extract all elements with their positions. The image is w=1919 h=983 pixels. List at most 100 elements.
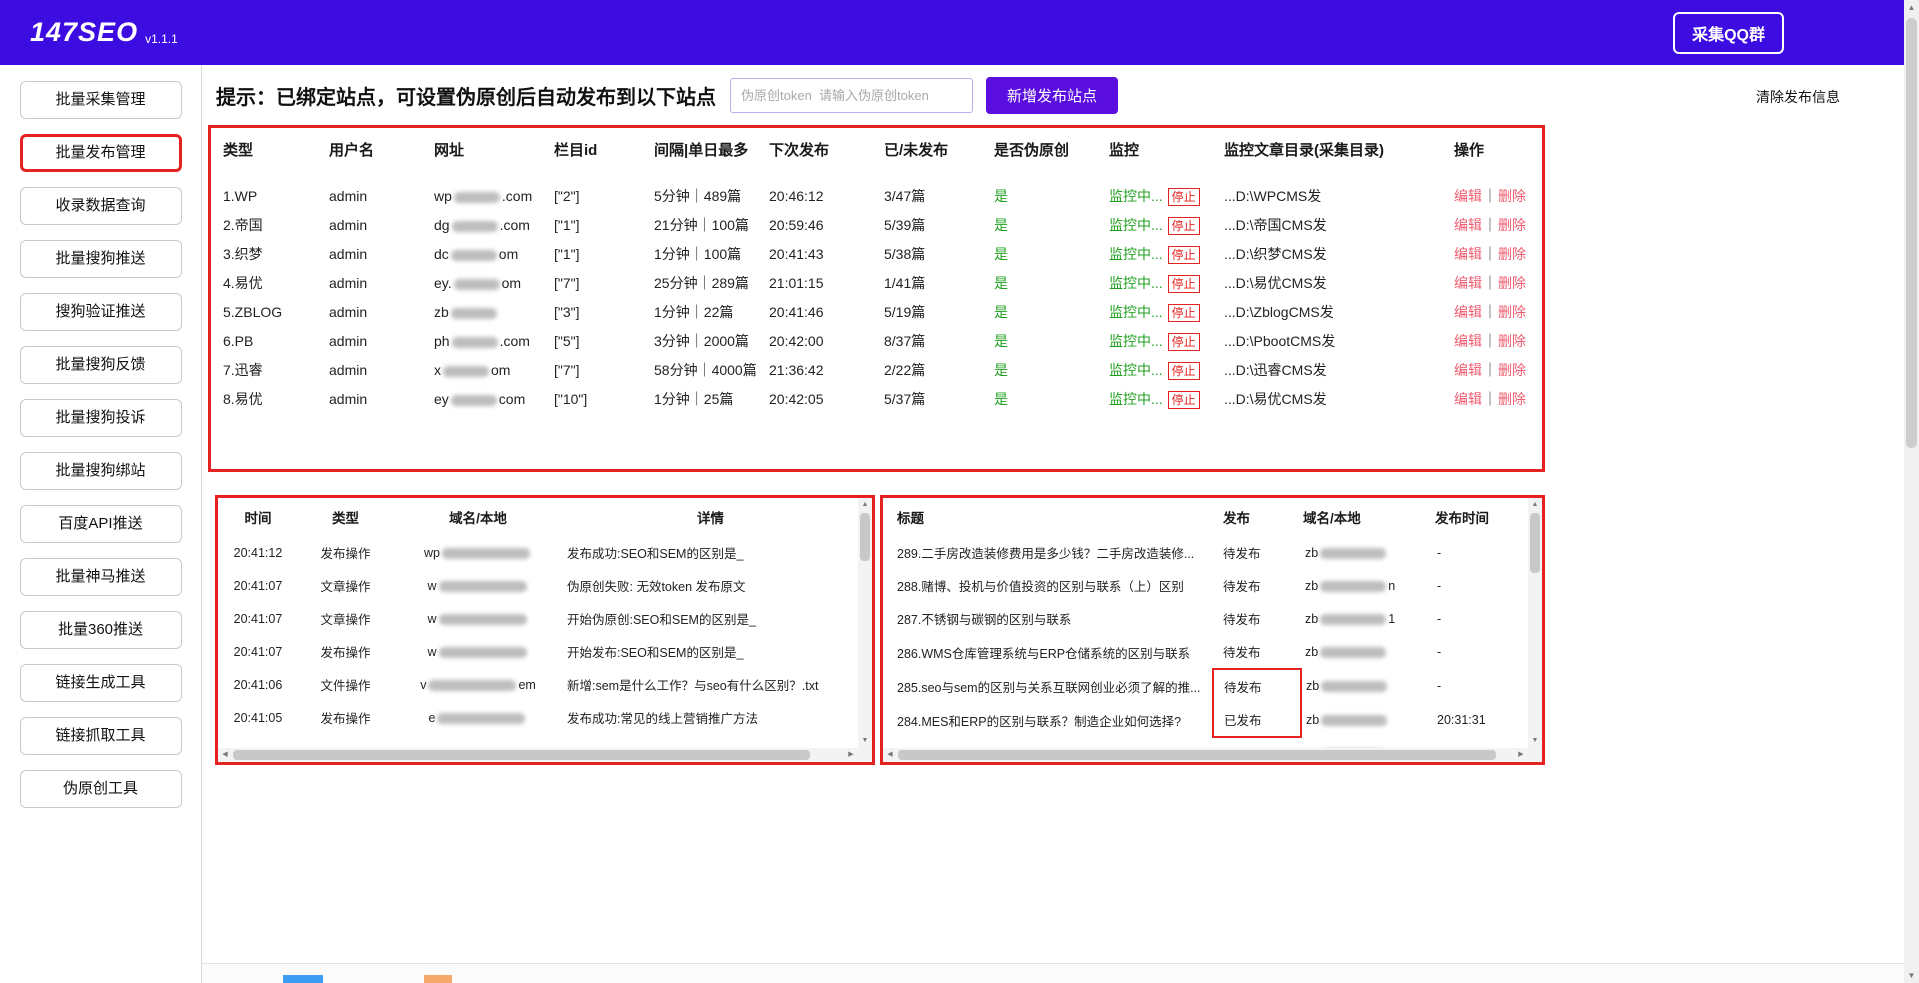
sidebar-item-12[interactable]: 链接生成工具 <box>20 664 182 702</box>
delete-link[interactable]: 删除 <box>1498 391 1526 407</box>
stop-button[interactable]: 停止 <box>1168 217 1200 235</box>
scroll-right-arrow[interactable]: ▶ <box>844 748 858 762</box>
top-header: 147SEO v1.1.1 采集QQ群 <box>0 0 1919 65</box>
token-input[interactable] <box>730 78 973 113</box>
site-pseudo-original: 是 <box>992 385 1107 414</box>
scroll-right-arrow[interactable]: ▶ <box>1514 748 1528 762</box>
articles-vertical-scrollbar[interactable]: ▲ ▼ <box>1528 498 1542 748</box>
scroll-left-arrow[interactable]: ◀ <box>883 748 897 762</box>
sidebar-item-7[interactable]: 批量搜狗投诉 <box>20 399 182 437</box>
article-publish-status: 待发布 <box>1213 669 1301 703</box>
log-row: 20:41:07发布操作w开始发布:SEO和SEM的区别是_ <box>218 635 858 668</box>
stop-button[interactable]: 停止 <box>1168 362 1200 380</box>
delete-link[interactable]: 删除 <box>1498 246 1526 262</box>
article-row: 287.不锈钢与碳钢的区别与联系待发布zb1- <box>883 602 1528 635</box>
edit-link[interactable]: 编辑 <box>1454 362 1482 378</box>
scroll-up-arrow[interactable]: ▲ <box>1528 498 1542 512</box>
site-user: admin <box>327 327 432 356</box>
sidebar-item-14[interactable]: 伪原创工具 <box>20 770 182 808</box>
site-pseudo-original: 是 <box>992 298 1107 327</box>
log-time: 20:41:07 <box>218 635 298 668</box>
scroll-left-arrow[interactable]: ◀ <box>218 748 232 762</box>
site-next-publish: 20:41:46 <box>767 298 882 327</box>
site-type: 7.迅睿 <box>221 356 327 385</box>
site-published-count: 1/41篇 <box>882 269 992 298</box>
scrollbar-thumb[interactable] <box>1906 18 1917 448</box>
qq-group-button[interactable]: 采集QQ群 <box>1673 12 1784 54</box>
stop-button[interactable]: 停止 <box>1168 246 1200 264</box>
site-column-id: ["1"] <box>552 211 652 240</box>
delete-link[interactable]: 删除 <box>1498 362 1526 378</box>
sidebar-item-8[interactable]: 批量搜狗绑站 <box>20 452 182 490</box>
stop-button[interactable]: 停止 <box>1168 275 1200 293</box>
delete-link[interactable]: 删除 <box>1498 188 1526 204</box>
scroll-up-arrow[interactable]: ▲ <box>858 498 872 512</box>
page-scrollbar[interactable]: ▲ ▼ <box>1904 0 1919 983</box>
add-site-button[interactable]: 新增发布站点 <box>986 77 1118 114</box>
sidebar-item-1[interactable]: 批量采集管理 <box>20 81 182 119</box>
article-row: 285.seo与sem的区别与关系互联网创业必须了解的推...待发布zb- <box>883 669 1528 703</box>
edit-link[interactable]: 编辑 <box>1454 304 1482 320</box>
scroll-down-arrow[interactable]: ▼ <box>1528 734 1542 748</box>
article-title: 284.MES和ERP的区别与联系？制造企业如何选择? <box>883 703 1213 737</box>
scroll-down-arrow[interactable]: ▼ <box>858 734 872 748</box>
redacted-text <box>439 581 527 592</box>
delete-link[interactable]: 删除 <box>1498 304 1526 320</box>
stop-button[interactable]: 停止 <box>1168 188 1200 206</box>
articles-horizontal-scrollbar[interactable]: ◀ ▶ <box>883 748 1528 762</box>
edit-link[interactable]: 编辑 <box>1454 275 1482 291</box>
site-monitor-dir: ...D:\易优CMS发 <box>1222 269 1452 298</box>
stop-button[interactable]: 停止 <box>1168 333 1200 351</box>
site-interval: 58分钟｜4000篇 <box>652 356 767 385</box>
articles-panel: 标题发布域名/本地发布时间 289.二手房改造装修费用是多少钱？二手房改造装修.… <box>880 495 1545 765</box>
monitoring-status: 监控中... <box>1109 304 1163 320</box>
action-separator: ｜ <box>1483 217 1497 233</box>
log-horizontal-scrollbar[interactable]: ◀ ▶ <box>218 748 858 762</box>
scrollbar-thumb[interactable] <box>233 750 810 760</box>
delete-link[interactable]: 删除 <box>1498 217 1526 233</box>
site-published-count: 5/38篇 <box>882 240 992 269</box>
sidebar-item-5[interactable]: 搜狗验证推送 <box>20 293 182 331</box>
edit-link[interactable]: 编辑 <box>1454 391 1482 407</box>
site-published-count: 3/47篇 <box>882 182 992 211</box>
scrollbar-thumb[interactable] <box>860 513 870 561</box>
monitoring-status: 监控中... <box>1109 391 1163 407</box>
edit-link[interactable]: 编辑 <box>1454 333 1482 349</box>
log-domain: vem <box>393 668 563 701</box>
stop-button[interactable]: 停止 <box>1168 391 1200 409</box>
log-panel: 时间类型域名/本地详情 20:41:12发布操作wp发布成功:SEO和SEM的区… <box>215 495 875 765</box>
scroll-up-arrow[interactable]: ▲ <box>1904 0 1919 15</box>
edit-link[interactable]: 编辑 <box>1454 217 1482 233</box>
site-type: 5.ZBLOG <box>221 298 327 327</box>
sidebar-item-10[interactable]: 批量神马推送 <box>20 558 182 596</box>
redacted-text <box>439 614 527 625</box>
scroll-down-arrow[interactable]: ▼ <box>1904 968 1919 983</box>
clear-publish-info-link[interactable]: 清除发布信息 <box>1756 87 1840 107</box>
sidebar-menu: 批量采集管理批量发布管理收录数据查询批量搜狗推送搜狗验证推送批量搜狗反馈批量搜狗… <box>0 65 202 983</box>
scrollbar-thumb[interactable] <box>898 750 1496 760</box>
sidebar-item-3[interactable]: 收录数据查询 <box>20 187 182 225</box>
delete-link[interactable]: 删除 <box>1498 275 1526 291</box>
edit-link[interactable]: 编辑 <box>1454 188 1482 204</box>
sidebar-item-11[interactable]: 批量360推送 <box>20 611 182 649</box>
monitoring-status: 监控中... <box>1109 188 1163 204</box>
scrollbar-thumb[interactable] <box>1530 513 1540 573</box>
log-vertical-scrollbar[interactable]: ▲ ▼ <box>858 498 872 748</box>
article-domain: zb <box>1301 703 1433 737</box>
article-domain: zb.com <box>1301 737 1433 748</box>
redacted-text <box>454 279 500 290</box>
redacted-text <box>451 395 497 406</box>
sidebar-item-9[interactable]: 百度API推送 <box>20 505 182 543</box>
delete-link[interactable]: 删除 <box>1498 333 1526 349</box>
sidebar-item-13[interactable]: 链接抓取工具 <box>20 717 182 755</box>
stop-button[interactable]: 停止 <box>1168 304 1200 322</box>
site-next-publish: 21:36:42 <box>767 356 882 385</box>
site-interval: 5分钟｜489篇 <box>652 182 767 211</box>
sidebar-item-4[interactable]: 批量搜狗推送 <box>20 240 182 278</box>
monitoring-status: 监控中... <box>1109 362 1163 378</box>
edit-link[interactable]: 编辑 <box>1454 246 1482 262</box>
article-publish-time: - <box>1433 635 1528 669</box>
sidebar-item-2[interactable]: 批量发布管理 <box>20 134 182 172</box>
sidebar-item-6[interactable]: 批量搜狗反馈 <box>20 346 182 384</box>
bottom-strip-orange-element <box>424 975 452 983</box>
